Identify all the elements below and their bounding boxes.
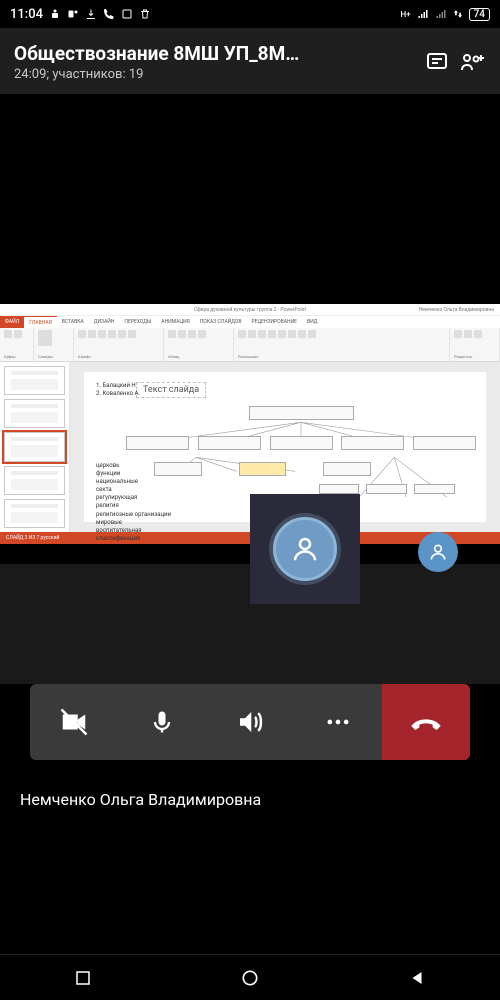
slide-diagram bbox=[126, 406, 476, 496]
android-status-bar: 11:04 H+ 74 bbox=[0, 0, 500, 28]
shared-screen: Сфера духовной культуры группа 2 - Power… bbox=[0, 304, 500, 564]
speaker-video-tile[interactable] bbox=[250, 494, 360, 604]
ppt-tab-home[interactable]: ГЛАВНАЯ bbox=[24, 316, 57, 328]
clock: 11:04 bbox=[10, 7, 43, 22]
battery-indicator: 74 bbox=[469, 8, 490, 21]
ppt-ribbon[interactable]: Буфер Слайды Шрифт Абзац Рисование Редак… bbox=[0, 328, 500, 362]
chat-button[interactable] bbox=[424, 49, 450, 75]
ppt-ribbon-tabs[interactable]: ФАЙЛ ГЛАВНАЯ ВСТАВКА ДИЗАЙН ПЕРЕХОДЫ АНИ… bbox=[0, 316, 500, 328]
more-options-button[interactable] bbox=[294, 684, 382, 760]
meeting-title: Обществознание 8МШ УП_8М… bbox=[14, 42, 414, 65]
ppt-tab-animation[interactable]: АНИМАЦИЯ bbox=[156, 316, 194, 328]
add-people-button[interactable] bbox=[460, 49, 486, 75]
camera-toggle-button[interactable] bbox=[30, 684, 118, 760]
ppt-tab-file[interactable]: ФАЙЛ bbox=[0, 316, 24, 328]
speaker-toggle-button[interactable] bbox=[206, 684, 294, 760]
thumb-1[interactable] bbox=[4, 366, 65, 395]
ppt-tab-design[interactable]: ДИЗАЙН bbox=[89, 316, 120, 328]
app-icon bbox=[121, 8, 133, 20]
ppt-tab-slideshow[interactable]: ПОКАЗ СЛАЙДОВ bbox=[195, 316, 247, 328]
thumb-3[interactable] bbox=[4, 432, 65, 461]
slide-thumbnails[interactable] bbox=[0, 362, 70, 532]
slide-names-list: 1. Балацкий Н 2. Коваленко А. bbox=[96, 382, 140, 398]
signal-2-icon bbox=[435, 8, 447, 20]
video-blank-area bbox=[0, 94, 500, 304]
participant-avatar[interactable] bbox=[418, 532, 458, 572]
speaker-avatar-icon bbox=[273, 517, 337, 581]
teams-mini-icon bbox=[49, 8, 61, 20]
ppt-tab-view[interactable]: ВИД bbox=[302, 316, 323, 328]
ppt-titlebar: Сфера духовной культуры группа 2 - Power… bbox=[0, 304, 500, 316]
network-type-icon: H+ bbox=[401, 10, 411, 19]
thumb-4[interactable] bbox=[4, 466, 65, 495]
nav-back-button[interactable] bbox=[406, 967, 428, 989]
ppt-tab-review[interactable]: РЕЦЕНЗИРОВАНИЕ bbox=[246, 316, 302, 328]
data-icon bbox=[453, 9, 463, 19]
android-nav-bar bbox=[0, 954, 500, 1000]
download-icon bbox=[85, 8, 97, 20]
ppt-tab-insert[interactable]: ВСТАВКА bbox=[57, 316, 89, 328]
nav-home-button[interactable] bbox=[239, 967, 261, 989]
teams-app-icon bbox=[67, 8, 79, 20]
phone-icon bbox=[103, 8, 115, 20]
nav-recent-button[interactable] bbox=[72, 967, 94, 989]
slide-terms-list: церковь функции национальные секта регул… bbox=[96, 462, 171, 543]
slide-title-placeholder: Текст слайда bbox=[136, 382, 206, 398]
call-controls bbox=[30, 684, 470, 760]
ppt-tab-transitions[interactable]: ПЕРЕХОДЫ bbox=[119, 316, 156, 328]
thumb-5[interactable] bbox=[4, 499, 65, 528]
mic-toggle-button[interactable] bbox=[118, 684, 206, 760]
hang-up-button[interactable] bbox=[382, 684, 470, 760]
signal-icon bbox=[417, 8, 429, 20]
meeting-header: Обществознание 8МШ УП_8М… 24:09; участни… bbox=[0, 28, 500, 94]
thumb-2[interactable] bbox=[4, 399, 65, 428]
speaker-name-caption: Немченко Ольга Владимировна bbox=[0, 760, 500, 809]
meeting-subtitle: 24:09; участников: 19 bbox=[14, 67, 414, 82]
trash-icon bbox=[139, 8, 151, 20]
